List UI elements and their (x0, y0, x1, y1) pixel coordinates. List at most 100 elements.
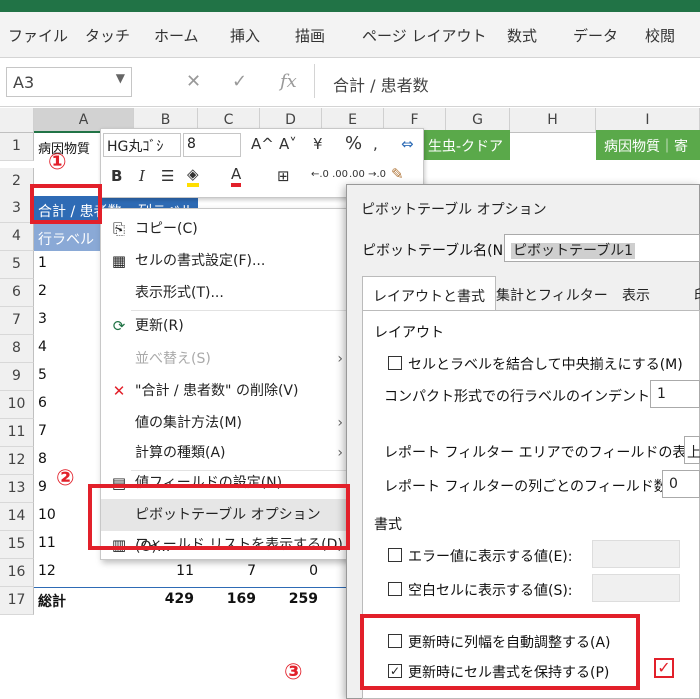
row-label[interactable]: 5 (38, 367, 47, 383)
cell-i1[interactable]: 病因物質｜寄 (596, 130, 700, 160)
report-filter-select[interactable]: 上 (684, 436, 700, 464)
fill-color-icon[interactable]: ◈ (187, 165, 199, 187)
filter-count-input[interactable]: 0 (662, 470, 700, 498)
indent-input[interactable]: 1 (650, 380, 700, 408)
cell-a4[interactable]: 行ラベル (34, 224, 100, 251)
autofit-icon[interactable]: ⇔ (401, 135, 414, 153)
column-header-h[interactable]: H (510, 108, 596, 133)
pivot-name-value: ピボットテーブル1 (511, 243, 636, 259)
cancel-icon[interactable]: ✕ (186, 71, 201, 92)
tab-draw[interactable]: 描画 (295, 25, 325, 46)
align-center-icon[interactable]: ☰ (161, 167, 174, 185)
pivot-name-label: ピボットテーブル名(N): (362, 243, 514, 259)
chevron-down-icon[interactable]: ▼ (116, 71, 125, 85)
grow-font-icon[interactable]: A^ (251, 135, 274, 153)
cell-b17[interactable]: 429 (134, 591, 194, 607)
error-value-input[interactable] (592, 540, 680, 568)
row-header[interactable]: 10 (0, 391, 34, 419)
row-header[interactable]: 13 (0, 475, 34, 503)
decrease-decimal-icon[interactable]: .00 →.0 (349, 169, 386, 180)
row-header[interactable]: 6 (0, 279, 34, 307)
select-all[interactable] (0, 108, 34, 133)
row-header[interactable]: 9 (0, 363, 34, 391)
comma-icon[interactable]: , (373, 135, 378, 153)
menu-item-summarize-by[interactable]: 値の集計方法(M) › (101, 407, 351, 439)
cell-d17[interactable]: 259 (260, 591, 318, 607)
bold-icon[interactable]: B (111, 167, 122, 185)
enter-icon[interactable]: ✓ (232, 71, 247, 92)
menu-item-number-format[interactable]: 表示形式(T)... (101, 277, 351, 309)
cell-c17[interactable]: 169 (198, 591, 256, 607)
row-label[interactable]: 2 (38, 283, 47, 299)
cell-b16[interactable]: 11 (134, 563, 194, 579)
tab-printing[interactable]: 印 (684, 276, 700, 310)
row-label[interactable]: 11 (38, 535, 56, 551)
row-label[interactable]: 8 (38, 451, 47, 467)
menu-item-label: "合計 / 患者数" の削除(V) (135, 383, 299, 399)
menu-item-label: セルの書式設定(F)... (135, 253, 266, 269)
row-header[interactable]: 15 (0, 531, 34, 559)
row-header[interactable]: 5 (0, 251, 34, 279)
row-label[interactable]: 1 (38, 255, 47, 271)
row-header[interactable]: 12 (0, 447, 34, 475)
row-header[interactable]: 2 (0, 168, 34, 196)
shrink-font-icon[interactable]: A˅ (279, 135, 297, 153)
row-header[interactable]: 3 (0, 195, 34, 223)
currency-icon[interactable]: ¥ (313, 135, 323, 153)
formula-input[interactable]: 合計 / 患者数 (314, 64, 700, 98)
empty-cell-input[interactable] (592, 574, 680, 602)
row-header[interactable]: 14 (0, 503, 34, 531)
tab-totals-filters[interactable]: 集計とフィルター (486, 276, 618, 310)
tab-layout-format[interactable]: レイアウトと書式 (362, 276, 496, 310)
row-label[interactable]: 12 (38, 563, 56, 579)
menu-item-refresh[interactable]: ⟳ 更新(R) (101, 310, 351, 342)
row-header[interactable]: 1 (0, 133, 34, 161)
row-header[interactable]: 4 (0, 223, 34, 251)
tab-display[interactable]: 表示 (612, 276, 660, 310)
tab-formulas[interactable]: 数式 (507, 25, 537, 46)
tab-touch[interactable]: タッチ (85, 25, 130, 46)
cell-d16[interactable]: 0 (260, 563, 318, 579)
empty-cell-checkbox[interactable] (388, 582, 402, 596)
menu-item-label: 表示形式(T)... (135, 285, 224, 301)
menu-item-label: 更新(R) (135, 318, 184, 334)
tab-home[interactable]: ホーム (154, 25, 199, 46)
row-header[interactable]: 11 (0, 419, 34, 447)
increase-decimal-icon[interactable]: ←.0 .00 (311, 169, 348, 180)
tab-file[interactable]: ファイル (8, 25, 68, 46)
cell-e1[interactable]: 生虫-クドア (424, 130, 510, 160)
tab-review[interactable]: 校閲 (645, 25, 675, 46)
tab-insert[interactable]: 挿入 (230, 25, 260, 46)
name-box[interactable]: A3 ▼ (6, 67, 132, 97)
italic-icon[interactable]: I (139, 167, 145, 185)
row-header[interactable]: 7 (0, 307, 34, 335)
menu-item-copy[interactable]: ⎘ コピー(C) (101, 213, 351, 245)
borders-icon[interactable]: ⊞ (277, 167, 290, 185)
row-label[interactable]: 6 (38, 395, 47, 411)
row-label[interactable]: 4 (38, 339, 47, 355)
row-label[interactable]: 10 (38, 507, 56, 523)
row-header[interactable]: 17 (0, 587, 34, 615)
row-label[interactable]: 3 (38, 311, 47, 327)
font-size-box[interactable]: 8 (183, 133, 241, 157)
row-header[interactable]: 16 (0, 559, 34, 587)
tab-data[interactable]: データ (573, 25, 618, 46)
row-label[interactable]: 7 (38, 423, 47, 439)
percent-icon[interactable]: % (345, 133, 362, 154)
function-icon[interactable]: fx (280, 71, 297, 92)
pivot-name-input[interactable]: ピボットテーブル1 (504, 234, 700, 262)
font-name-box[interactable]: HG丸ｺﾞｼ (103, 133, 181, 157)
menu-item-show-values-as[interactable]: 計算の種類(A) › (101, 437, 351, 469)
menu-item-delete[interactable]: ✕ "合計 / 患者数" の削除(V) (101, 375, 351, 407)
format-painter-icon[interactable]: ✎ (391, 165, 404, 183)
merge-checkbox[interactable] (388, 356, 402, 370)
row-label[interactable]: 9 (38, 479, 47, 495)
row-header[interactable]: 8 (0, 335, 34, 363)
cell-c16[interactable]: 7 (198, 563, 256, 579)
cell-a17[interactable]: 総計 (38, 591, 66, 611)
error-value-checkbox[interactable] (388, 548, 402, 562)
font-color-icon[interactable]: A (231, 165, 242, 187)
menu-item-sort[interactable]: 並べ替え(S) › (101, 343, 351, 375)
tab-page-layout[interactable]: ページ レイアウト (362, 25, 486, 46)
menu-item-format-cells[interactable]: ▦ セルの書式設定(F)... (101, 245, 351, 277)
